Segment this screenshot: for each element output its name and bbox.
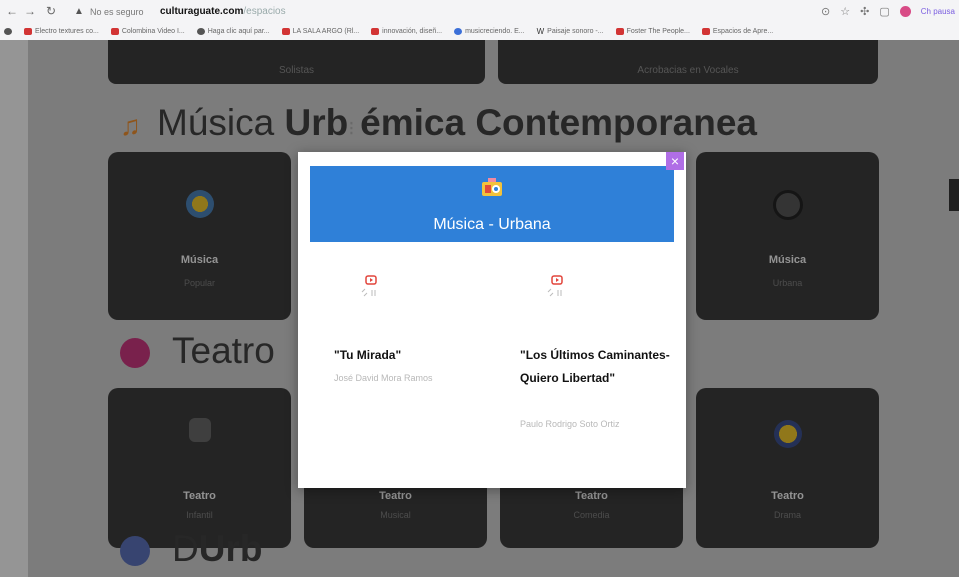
card-teatro-infantil[interactable]: Teatro Infantil [108,388,291,548]
left-strip [0,40,28,577]
card-label: Teatro [575,490,608,502]
item-title[interactable]: "Los Últimos Caminantes-Quiero Libertad" [520,344,670,390]
video-thumbnail-icon[interactable] [546,274,566,300]
bookmark-item[interactable]: LA SALA ARGO (Rl... [281,27,360,35]
modal-header: Música - Urbana [310,166,674,242]
bookmark-item[interactable]: musicreciendo. E... [454,27,525,35]
card-label: Música [768,254,807,266]
card-acrobacias[interactable]: Acrobacias en Vocales [498,40,878,84]
music-notes-icon: ♫ [120,110,141,141]
card-sub: Urbana [772,278,803,288]
bookmark-item[interactable]: Electro textures co... [24,27,99,35]
wikipedia-icon: W [536,26,545,36]
url-text[interactable]: culturaguate.com/espacios [160,6,286,17]
side-tab-handle[interactable] [949,179,959,211]
section-title-musica: ♫ Música Urb⁝ émica Contemporanea [120,102,757,143]
bookmark-label: innovación, diseñ... [382,27,443,35]
card-label: Acrobacias en Vocales [637,65,739,76]
profile-label[interactable]: Ch pausa [921,7,955,16]
url-path: /espacios [243,6,286,17]
card-sub: Comedia [573,510,610,520]
bookmark-favicon-icon [701,27,710,35]
card-label: Teatro [183,490,216,502]
music-popular-icon [185,190,214,218]
bookmark-favicon-icon [281,27,290,35]
url-host: culturaguate.com [160,6,244,17]
bookmark-label: Paisaje sonoro -... [547,27,604,35]
close-button[interactable]: × [666,152,684,170]
card-label: Solistas [278,65,314,76]
bookmark-favicon-icon [110,27,119,35]
video-thumbnail-icon[interactable] [360,274,380,300]
bookmark-label: Electro textures co... [35,27,99,35]
globe-icon [196,27,205,35]
bookmark-label: Colombina Video I... [121,27,185,35]
tab-icon[interactable]: ▢ [879,5,889,18]
bookmark-item[interactable]: W Paisaje sonoro -... [537,27,604,36]
item-author: Paulo Rodrigo Soto Ortiz [520,419,620,429]
bookmark-item[interactable]: innovación, diseñ... [371,27,443,35]
music-logo-icon [479,176,505,205]
toolbar-icons: ⊙ ☆ ✣ ▢ Ch pausa [821,5,955,18]
bookmark-favicon-icon [615,27,624,35]
zoom-icon[interactable]: ⊙ [821,5,830,18]
card-label: Música [180,254,219,266]
bookmark-item[interactable]: Colombina Video I... [110,27,185,35]
card-sub: Infantil [186,510,213,520]
bookmark-favicon-icon [454,27,463,35]
card-label: Teatro [771,490,804,502]
warning-icon[interactable]: ▲ [74,6,84,17]
apps-icon[interactable] [4,27,12,35]
item-author: José David Mora Ramos [334,373,433,383]
card-musica-popular[interactable]: Música Popular [108,152,291,320]
bookmark-item[interactable]: Foster The People... [615,27,690,35]
bookmark-favicon-icon [24,27,32,35]
puppet-icon [188,418,211,442]
bookmark-label: musicreciendo. E... [465,27,525,35]
card-sub: Drama [773,510,801,520]
modal-dialog: Música - Urbana "Tu Mirada" José David M… [298,152,686,488]
bookmark-label: Haga clic aquí par... [207,27,270,35]
address-bar[interactable]: ← → ↻ ▲ No es seguro culturaguate.com/es… [0,2,959,22]
card-sub: Popular [183,278,216,288]
card-sub: Musical [380,510,411,520]
back-icon[interactable]: ← [6,4,18,18]
headphones-icon [772,190,803,220]
forward-icon[interactable]: → [24,4,36,18]
bookmark-favicon-icon [371,27,380,35]
reload-icon[interactable]: ↻ [46,4,56,18]
card-teatro-drama[interactable]: Teatro Drama [696,388,879,548]
bookmarks-bar: Electro textures co... Colombina Video I.… [0,23,959,39]
section-title-danza: DUrb [120,528,262,570]
bookmark-item[interactable]: Espacios de Apre... [701,27,774,35]
theater-masks-icon [120,338,150,369]
browser-chrome: ← → ↻ ▲ No es seguro culturaguate.com/es… [0,0,959,41]
star-icon[interactable]: ☆ [840,5,850,18]
extensions-icon[interactable]: ✣ [860,5,869,18]
insecure-label[interactable]: No es seguro [90,7,144,17]
card-label: Teatro [379,490,412,502]
bookmark-label: Foster The People... [626,27,690,35]
bookmark-label: LA SALA ARGO (Rl... [292,27,360,35]
bookmark-item[interactable]: Haga clic aquí par... [196,27,270,35]
item-title[interactable]: "Tu Mirada" [334,344,484,367]
modal-title: Música - Urbana [433,216,551,233]
section-title-teatro: Teatro [120,330,275,372]
bookmark-label: Espacios de Apre... [712,27,774,35]
avatar[interactable] [899,6,911,17]
card-solistas[interactable]: Solistas [108,40,485,84]
drama-masks-icon [773,420,802,448]
card-musica-urbana[interactable]: Música Urbana [696,152,879,320]
dance-icon [120,536,150,567]
